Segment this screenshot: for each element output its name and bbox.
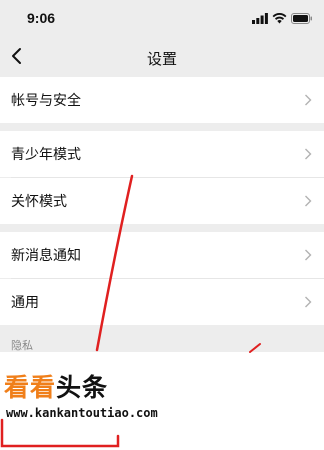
watermark-logo: 看看头条 — [4, 368, 108, 404]
status-time: 9:06 — [27, 10, 56, 26]
settings-item-new-message-notifications[interactable]: 新消息通知 — [0, 232, 324, 278]
nav-bar: 设置 — [0, 36, 324, 76]
settings-item-general[interactable]: 通用 — [0, 279, 324, 325]
status-bar: 9:06 — [0, 0, 324, 36]
chevron-right-icon — [305, 296, 312, 308]
settings-item-teen-mode[interactable]: 青少年模式 — [0, 131, 324, 177]
section-header-privacy: 隐私 — [11, 340, 33, 352]
battery-icon — [291, 13, 312, 24]
chevron-right-icon — [305, 148, 312, 160]
settings-item-label: 通用 — [11, 294, 39, 310]
page-title: 设置 — [146, 51, 177, 68]
settings-item-label: 新消息通知 — [11, 247, 81, 263]
chevron-right-icon — [305, 94, 312, 106]
watermark-brand-part1: 看看 — [4, 374, 57, 402]
settings-item-label: 青少年模式 — [11, 146, 81, 162]
chevron-right-icon — [305, 249, 312, 261]
watermark-brand-part2: 头条 — [56, 374, 109, 402]
wifi-icon — [272, 13, 287, 24]
settings-item-care-mode[interactable]: 关怀模式 — [0, 178, 324, 224]
settings-item-label: 帐号与安全 — [11, 92, 81, 108]
settings-item-account-security[interactable]: 帐号与安全 — [0, 77, 324, 123]
chevron-right-icon — [305, 195, 312, 207]
watermark-url: www.kankantoutiao.com — [6, 406, 158, 420]
cellular-signal-icon — [252, 13, 268, 24]
settings-item-label: 关怀模式 — [11, 193, 67, 209]
